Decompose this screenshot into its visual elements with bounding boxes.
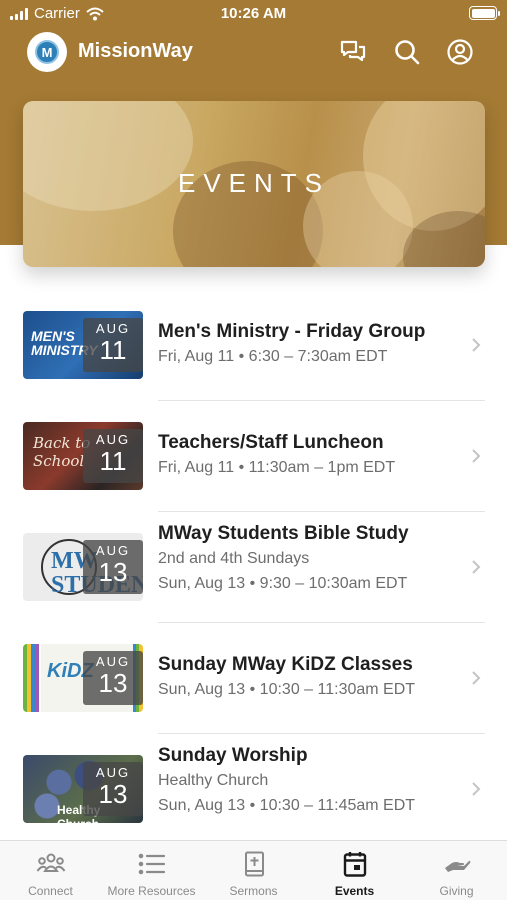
people-icon — [36, 853, 65, 872]
giving-hand-icon — [444, 860, 470, 872]
event-datetime: Sun, Aug 13 • 10:30 – 11:30am EDT — [158, 681, 416, 698]
account-icon[interactable] — [446, 38, 474, 66]
event-recurrence: 2nd and 4th Sundays — [158, 550, 310, 567]
chevron-right-icon — [472, 338, 481, 352]
app-title: MissionWay — [78, 40, 193, 62]
date-badge: AUG 13 — [83, 540, 143, 594]
logo-mark: M — [35, 40, 59, 64]
battery-icon — [469, 6, 500, 20]
chat-icon[interactable] — [339, 38, 367, 66]
event-row-mens-ministry[interactable]: MEN'S MINISTRY AUG 11 Men's Ministry - F… — [0, 290, 507, 401]
event-text: Men's Ministry - Friday Group Fri, Aug 1… — [158, 320, 467, 369]
event-datetime: Sun, Aug 13 • 9:30 – 10:30am EDT — [158, 575, 408, 592]
event-text: Sunday Worship Healthy Church Sun, Aug 1… — [158, 744, 467, 818]
tab-sermons[interactable]: Sermons — [203, 841, 304, 900]
tab-more-resources[interactable]: More Resources — [101, 841, 202, 900]
event-text: MWay Students Bible Study 2nd and 4th Su… — [158, 522, 467, 596]
event-title: Sunday MWay KiDZ Classes — [158, 654, 413, 675]
search-icon[interactable] — [393, 38, 421, 66]
tab-giving[interactable]: Giving — [406, 841, 507, 900]
bible-icon — [244, 851, 264, 877]
list-icon — [138, 853, 165, 875]
event-datetime: Fri, Aug 11 • 6:30 – 7:30am EDT — [158, 348, 388, 365]
date-badge: AUG 13 — [83, 651, 143, 705]
chevron-right-icon — [472, 671, 481, 685]
tab-connect[interactable]: Connect — [0, 841, 101, 900]
event-thumbnail: MW STUDENTS AUG 13 — [23, 533, 143, 601]
event-row-kidz-classes[interactable]: KiDZ AUG 13 Sunday MWay KiDZ Classes Sun… — [0, 623, 507, 734]
events-hero-banner: EVENTS — [23, 101, 485, 267]
hero-title: EVENTS — [177, 168, 331, 198]
event-thumbnail: KiDZ AUG 13 — [23, 644, 143, 712]
event-thumbnail: Back to School AUG 11 — [23, 422, 143, 490]
status-bar: Carrier 10:26 AM — [0, 0, 507, 28]
status-time: 10:26 AM — [220, 5, 287, 22]
tab-bar: Connect More Resources Sermons Events Gi… — [0, 840, 507, 900]
date-badge: AUG 11 — [83, 318, 143, 372]
event-text: Teachers/Staff Luncheon Fri, Aug 11 • 11… — [158, 431, 467, 480]
date-badge: AUG 13 — [83, 762, 143, 816]
date-badge: AUG 11 — [83, 429, 143, 483]
event-subtitle: Healthy Church — [158, 772, 269, 789]
event-thumbnail: MEN'S MINISTRY AUG 11 — [23, 311, 143, 379]
events-screen: Carrier 10:26 AM M MissionWay EVENTS MEN… — [0, 0, 507, 900]
chevron-right-icon — [472, 449, 481, 463]
event-title: Men's Ministry - Friday Group — [158, 321, 426, 342]
app-bar: M MissionWay — [0, 30, 507, 76]
event-text: Sunday MWay KiDZ Classes Sun, Aug 13 • 1… — [158, 653, 467, 702]
app-logo[interactable]: M — [27, 32, 67, 72]
calendar-icon — [343, 852, 366, 877]
event-title: MWay Students Bible Study — [158, 523, 409, 544]
event-row-students-bible-study[interactable]: MW STUDENTS AUG 13 MWay Students Bible S… — [0, 512, 507, 623]
event-title: Sunday Worship — [158, 745, 308, 766]
tab-events[interactable]: Events — [304, 841, 405, 900]
event-row-teachers-luncheon[interactable]: Back to School AUG 11 Teachers/Staff Lun… — [0, 401, 507, 512]
event-datetime: Fri, Aug 11 • 11:30am – 1pm EDT — [158, 459, 396, 476]
chevron-right-icon — [472, 782, 481, 796]
event-thumbnail: Healthy Church AUG 13 — [23, 755, 143, 823]
chevron-right-icon — [472, 560, 481, 574]
event-datetime: Sun, Aug 13 • 10:30 – 11:45am EDT — [158, 797, 416, 814]
event-row-sunday-worship[interactable]: Healthy Church AUG 13 Sunday Worship Hea… — [0, 734, 507, 845]
event-title: Teachers/Staff Luncheon — [158, 432, 384, 453]
